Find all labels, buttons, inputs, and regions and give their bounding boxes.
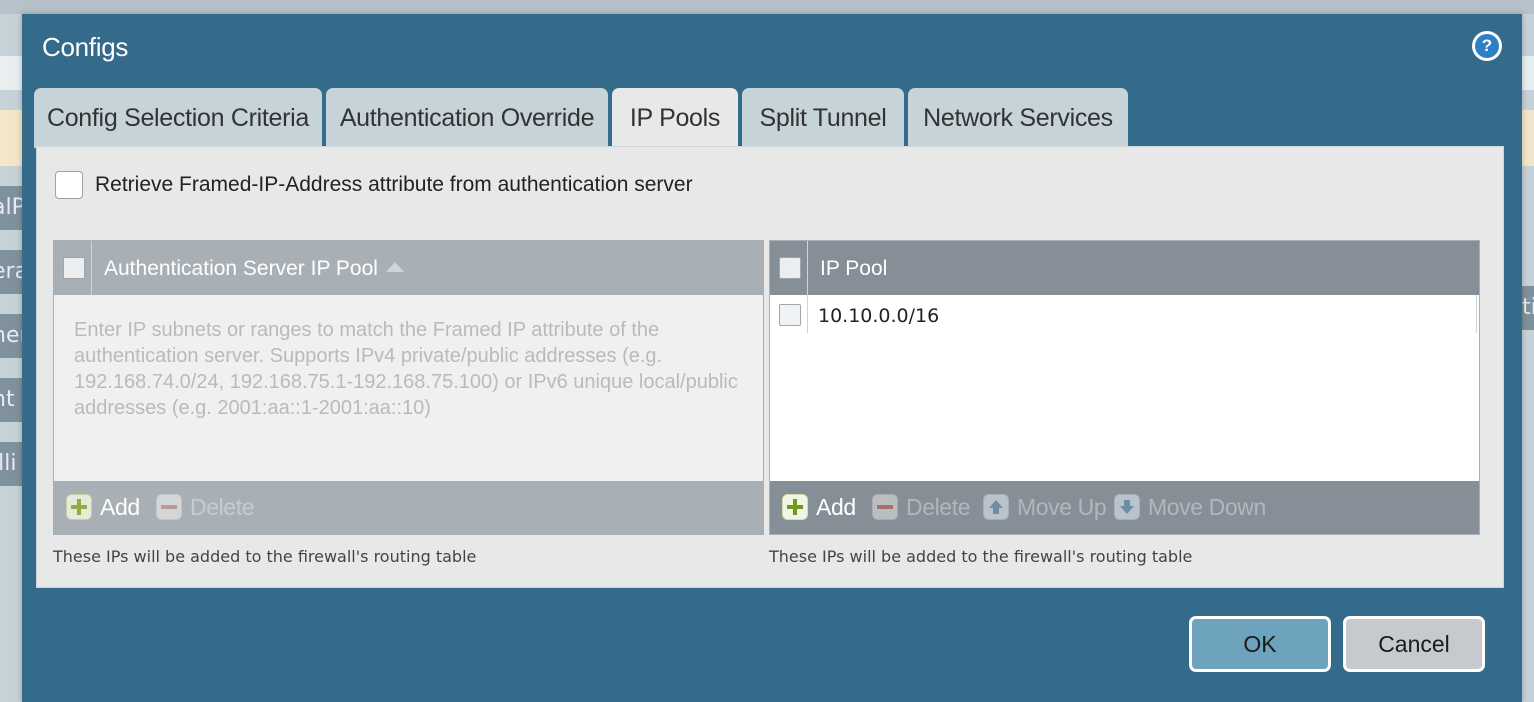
minus-icon bbox=[156, 494, 182, 520]
ip-pool-move-up-button[interactable]: Move Up bbox=[983, 481, 1108, 534]
retrieve-framed-ip-label: Retrieve Framed-IP-Address attribute fro… bbox=[95, 173, 693, 196]
ip-pool-grid: IP Pool 10.10.0.0/16 Add Delete Move Up … bbox=[769, 240, 1480, 535]
auth-pool-delete-button[interactable]: Delete bbox=[156, 481, 256, 534]
tab-content-ip-pools: Retrieve Framed-IP-Address attribute fro… bbox=[36, 146, 1504, 588]
minus-icon bbox=[872, 494, 898, 520]
row-checkbox-cell bbox=[770, 295, 808, 333]
auth-pool-hint: These IPs will be added to the firewall'… bbox=[53, 547, 477, 566]
dialog-title: Configs bbox=[42, 32, 129, 62]
ip-pool-column-header[interactable]: IP Pool bbox=[820, 241, 887, 297]
background-fragment: nt bbox=[0, 378, 22, 422]
tab-split-tunnel[interactable]: Split Tunnel bbox=[742, 88, 904, 148]
ip-pool-move-down-button[interactable]: Move Down bbox=[1114, 481, 1266, 534]
select-all-cell bbox=[54, 241, 92, 295]
auth-pool-body[interactable]: Enter IP subnets or ranges to match the … bbox=[54, 295, 763, 482]
auth-pool-toolbar: Add Delete bbox=[54, 481, 763, 534]
table-row[interactable]: 10.10.0.0/16 bbox=[770, 295, 1479, 337]
tab-authentication-override[interactable]: Authentication Override bbox=[326, 88, 608, 148]
background-fragment-right: ti bbox=[1522, 286, 1534, 330]
configs-dialog: Configs ? Config Selection Criteria Auth… bbox=[22, 14, 1522, 702]
tab-network-services[interactable]: Network Services bbox=[908, 88, 1128, 148]
auth-pool-column-header[interactable]: Authentication Server IP Pool bbox=[104, 241, 404, 297]
help-icon[interactable]: ? bbox=[1472, 31, 1502, 61]
sort-ascending-icon bbox=[385, 262, 404, 272]
arrow-up-icon bbox=[983, 494, 1009, 520]
tab-ip-pools[interactable]: IP Pools bbox=[612, 88, 738, 150]
ip-pool-select-all-checkbox[interactable] bbox=[779, 257, 801, 279]
background-fragment: her bbox=[0, 314, 22, 358]
auth-pool-header: Authentication Server IP Pool bbox=[54, 241, 763, 295]
arrow-down-icon bbox=[1114, 494, 1140, 520]
ip-pool-entry[interactable]: 10.10.0.0/16 bbox=[818, 295, 939, 337]
select-all-cell bbox=[770, 241, 808, 295]
auth-pool-placeholder: Enter IP subnets or ranges to match the … bbox=[74, 319, 738, 419]
column-divider bbox=[1476, 295, 1477, 333]
ip-pool-add-button[interactable]: Add bbox=[782, 481, 862, 534]
background-fragment: ılli bbox=[0, 442, 22, 486]
background-fragment: alP bbox=[0, 186, 22, 230]
row-checkbox[interactable] bbox=[779, 304, 801, 326]
background-app-topbar bbox=[0, 0, 1534, 14]
ok-button[interactable]: OK bbox=[1189, 616, 1331, 672]
ip-pool-body: 10.10.0.0/16 bbox=[770, 295, 1479, 482]
retrieve-framed-ip-checkbox[interactable] bbox=[55, 171, 83, 199]
auth-server-ip-pool-grid: Authentication Server IP Pool Enter IP s… bbox=[53, 240, 764, 535]
plus-icon bbox=[782, 494, 808, 520]
ip-pool-hint: These IPs will be added to the firewall'… bbox=[769, 547, 1193, 566]
auth-pool-add-button[interactable]: Add bbox=[66, 481, 146, 534]
cancel-button[interactable]: Cancel bbox=[1343, 616, 1485, 672]
ip-pool-toolbar: Add Delete Move Up Move Down bbox=[770, 481, 1479, 534]
ip-pool-header: IP Pool bbox=[770, 241, 1479, 295]
ip-pool-delete-button[interactable]: Delete bbox=[872, 481, 972, 534]
background-fragment: era bbox=[0, 250, 22, 294]
plus-icon bbox=[66, 494, 92, 520]
auth-pool-select-all-checkbox[interactable] bbox=[63, 257, 85, 279]
tab-config-selection-criteria[interactable]: Config Selection Criteria bbox=[34, 88, 322, 148]
